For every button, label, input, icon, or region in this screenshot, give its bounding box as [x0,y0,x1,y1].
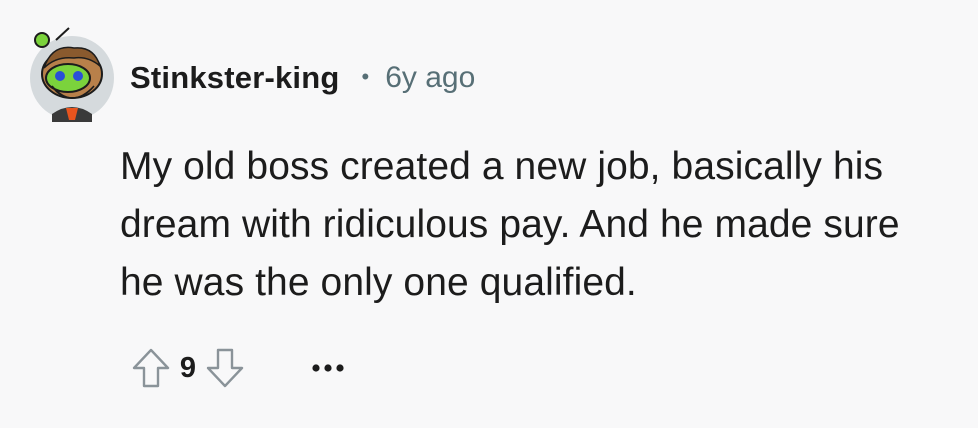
ellipsis-icon [312,364,344,372]
username-link[interactable]: Stinkster-king [130,60,340,96]
upvote-button[interactable] [127,343,175,393]
downvote-button[interactable] [201,343,249,393]
arrow-down-outline-icon [206,348,244,388]
comment-body: My old boss created a new job, basically… [120,145,900,304]
more-options-button[interactable] [311,343,345,393]
vote-score: 9 [179,351,197,384]
arrow-up-outline-icon [132,348,170,388]
meta-separator: • [361,64,370,89]
comment-actions: 9 [127,343,345,393]
comment: Stinkster-king • 6y ago My old boss crea… [0,0,978,428]
snoo-avatar-icon [30,27,114,122]
user-avatar[interactable] [22,22,122,122]
comment-header: Stinkster-king • 6y ago [130,56,475,100]
comment-timestamp[interactable]: 6y ago [385,61,475,95]
